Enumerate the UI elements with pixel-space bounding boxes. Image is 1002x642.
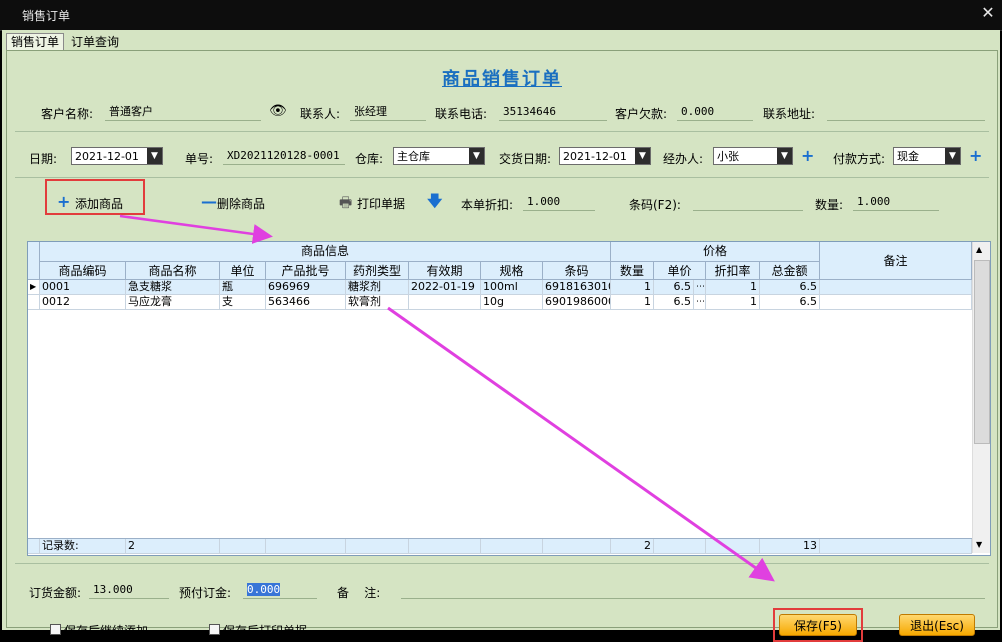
arrow-to-product-info (119, 214, 273, 244)
annotation-arrows (119, 214, 775, 582)
arrow-to-save (387, 306, 775, 582)
